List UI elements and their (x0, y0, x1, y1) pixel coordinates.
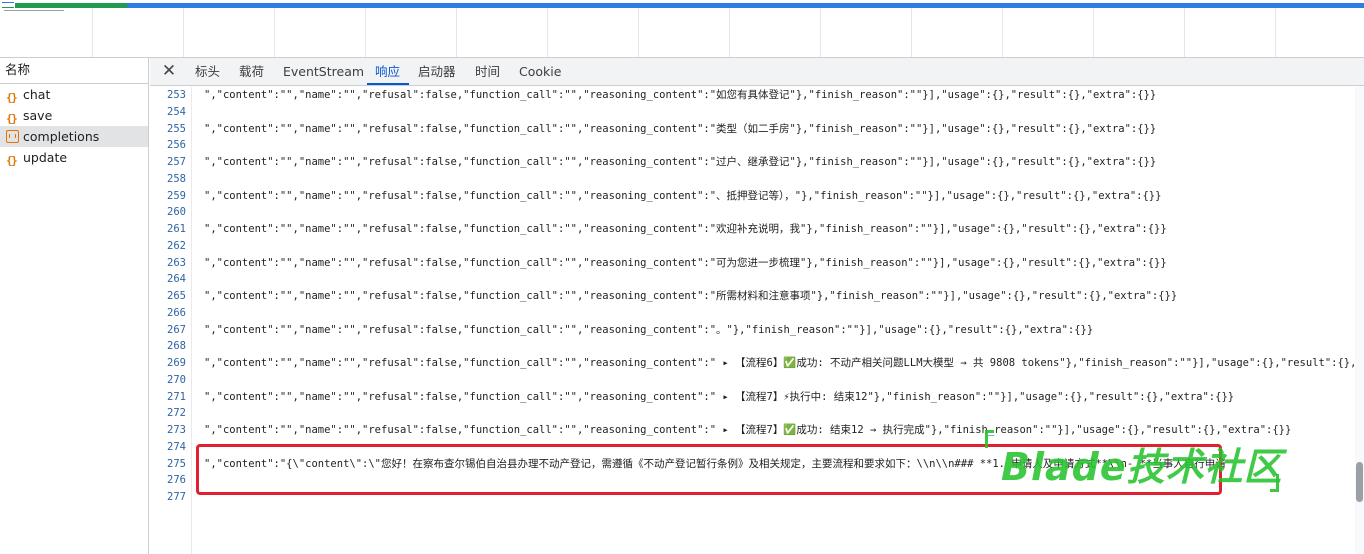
close-icon[interactable]: ✕ (160, 62, 178, 80)
code-line: ","content":"","name":"","refusal":false… (204, 323, 1094, 336)
timeline-gridline (729, 8, 730, 57)
detail-tab-bar: ✕ 标头 载荷 EventStream 响应 启动器 时间 Cookie (150, 58, 1364, 86)
scrollbar-thumb[interactable] (1356, 462, 1363, 502)
line-number: 274 (167, 440, 186, 453)
vertical-scrollbar[interactable] (1355, 87, 1364, 554)
tab-response[interactable]: 响应 (375, 58, 400, 86)
tab-payload[interactable]: 载荷 (239, 58, 264, 86)
timeline-gridline (274, 8, 275, 57)
timeline-gridline (547, 8, 548, 57)
code-line: ","content":"","name":"","refusal":false… (204, 424, 1292, 436)
line-number: 267 (167, 323, 186, 336)
document-icon (6, 130, 19, 143)
line-number: 254 (167, 105, 186, 118)
code-line: ","content":"{\"content\":\"您好！在察布查尔锡伯自治… (204, 457, 1226, 470)
response-source-view[interactable]: 253 ","content":"","name":"","refusal":f… (150, 87, 1355, 554)
tab-eventstream[interactable]: EventStream (283, 58, 364, 86)
request-item-chat[interactable]: {} chat (0, 84, 148, 105)
request-detail-panel: ✕ 标头 载荷 EventStream 响应 启动器 时间 Cookie 253… (150, 58, 1364, 554)
line-number: 258 (167, 172, 186, 185)
line-number: 276 (167, 474, 186, 487)
request-item-label: save (23, 108, 53, 123)
code-line: ","content":"","name":"","refusal":false… (204, 156, 1157, 168)
line-number: 261 (167, 223, 186, 235)
timeline-gridline (1184, 8, 1185, 57)
code-line: ","content":"","name":"","refusal":false… (204, 89, 1157, 101)
tab-initiator[interactable]: 启动器 (418, 58, 456, 86)
timeline-gridline (183, 8, 184, 57)
timeline-gridline (456, 8, 457, 57)
json-icon: {} (6, 91, 18, 104)
line-number: 259 (167, 189, 186, 202)
timeline-gridline (1002, 8, 1003, 57)
line-number: 273 (167, 424, 186, 436)
request-item-label: chat (23, 87, 51, 102)
code-line: ","content":"","name":"","refusal":false… (204, 223, 1167, 235)
code-line: ","content":"","name":"","refusal":false… (204, 390, 1235, 403)
request-item-update[interactable]: {} update (0, 147, 148, 168)
line-number: 256 (167, 139, 186, 152)
request-list-panel: 名称 {} chat {} save completions {} update (0, 58, 149, 554)
request-list-header[interactable]: 名称 (0, 58, 148, 84)
line-number: 269 (167, 357, 186, 369)
line-number: 260 (167, 206, 186, 219)
line-number: 257 (167, 156, 186, 168)
line-number: 253 (167, 89, 186, 101)
line-number: 275 (167, 457, 186, 470)
network-timeline-overview[interactable] (0, 0, 1364, 58)
timeline-gridline (92, 8, 93, 57)
line-number: 270 (167, 373, 186, 386)
timeline-gridline (1093, 8, 1094, 57)
timeline-thumbnail-line (4, 10, 64, 11)
timeline-thumbnail (2, 2, 14, 8)
line-number: 264 (167, 273, 186, 286)
timeline-gridline (1275, 8, 1276, 57)
line-number: 272 (167, 407, 186, 420)
line-number: 262 (167, 239, 186, 252)
timeline-gridline (820, 8, 821, 57)
timeline-gridline (638, 8, 639, 57)
line-number: 263 (167, 256, 186, 269)
timeline-gridline (911, 8, 912, 57)
line-number: 268 (167, 340, 186, 353)
timeline-waiting-bar (15, 3, 127, 8)
code-line: ","content":"","name":"","refusal":false… (204, 189, 1162, 202)
timeline-gridline (365, 8, 366, 57)
active-tab-indicator (367, 83, 409, 85)
json-icon: {} (6, 154, 18, 167)
line-number: 255 (167, 122, 186, 135)
code-line: ","content":"","name":"","refusal":false… (204, 256, 1167, 269)
request-item-save[interactable]: {} save (0, 105, 148, 126)
code-line: ","content":"","name":"","refusal":false… (204, 290, 1178, 302)
request-item-label: update (23, 150, 68, 165)
line-number: 265 (167, 290, 186, 302)
tab-headers[interactable]: 标头 (195, 58, 220, 86)
json-icon: {} (6, 112, 18, 125)
line-number: 277 (167, 491, 186, 503)
line-number: 266 (167, 306, 186, 319)
code-line: ","content":"","name":"","refusal":false… (204, 122, 1157, 135)
tab-timing[interactable]: 时间 (475, 58, 500, 86)
request-item-label: completions (23, 129, 100, 144)
line-number: 271 (167, 390, 186, 403)
code-line: ","content":"","name":"","refusal":false… (204, 357, 1355, 369)
request-item-completions[interactable]: completions (0, 126, 148, 147)
timeline-download-bar (127, 3, 1364, 8)
tab-cookie[interactable]: Cookie (519, 58, 561, 86)
